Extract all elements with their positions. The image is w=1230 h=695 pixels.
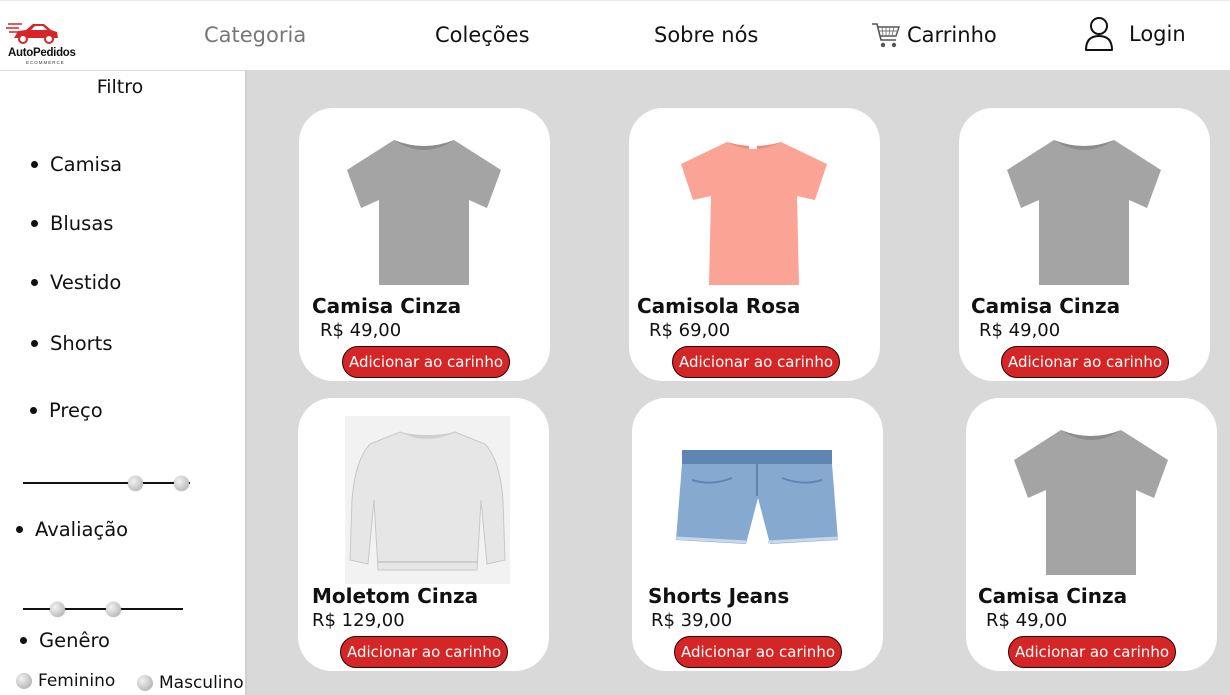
tshirt-gray-icon: [339, 126, 509, 294]
radio-icon: [16, 673, 32, 689]
slider-min-handle[interactable]: [50, 602, 65, 617]
car-logo-icon: [6, 23, 58, 44]
bullet-icon: [31, 279, 38, 286]
rating-label: Avaliação: [35, 518, 129, 541]
tshirt-gray-icon: [999, 126, 1169, 294]
add-to-cart-button[interactable]: Adicionar ao carinho: [342, 346, 510, 378]
tshirt-gray-icon: [1006, 416, 1176, 584]
product-price: R$ 49,00: [979, 320, 1061, 341]
logo[interactable]: AutoPedidos ECOMMERCE: [6, 16, 82, 66]
logo-text: AutoPedidos: [8, 47, 76, 59]
slider-max-handle[interactable]: [174, 476, 189, 491]
login-button[interactable]: Login: [1083, 16, 1186, 52]
filter-item-label: Shorts: [50, 332, 113, 355]
radio-label: Masculino: [159, 673, 244, 693]
product-grid: Camisa Cinza R$ 49,00 Adicionar ao carin…: [247, 71, 1230, 695]
filter-item-label: Blusas: [50, 212, 114, 235]
add-to-cart-button[interactable]: Adicionar ao carinho: [672, 346, 840, 378]
add-to-cart-button[interactable]: Adicionar ao carinho: [674, 636, 842, 668]
filter-item-label: Vestido: [50, 271, 122, 294]
product-price: R$ 129,00: [312, 610, 405, 631]
slider-min-handle[interactable]: [128, 476, 143, 491]
product-card[interactable]: Moletom Cinza R$ 129,00 Adicionar ao car…: [298, 398, 549, 671]
add-to-cart-button[interactable]: Adicionar ao carinho: [340, 636, 508, 668]
cart-button[interactable]: Carrinho: [871, 21, 997, 49]
price-range-slider[interactable]: [23, 474, 193, 492]
product-name: Camisola Rosa: [637, 294, 801, 318]
nav-categoria[interactable]: Categoria: [204, 23, 306, 47]
product-name: Moletom Cinza: [312, 584, 479, 608]
bullet-icon: [20, 637, 27, 644]
product-price: R$ 69,00: [649, 320, 731, 341]
filter-price: Preço: [30, 399, 103, 422]
nav-sobre-nos[interactable]: Sobre nós: [654, 23, 758, 47]
bullet-icon: [16, 526, 23, 533]
sweatshirt-icon: [345, 416, 510, 584]
filter-item-blusas[interactable]: Blusas: [31, 212, 113, 235]
add-to-cart-button[interactable]: Adicionar ao carinho: [1001, 346, 1169, 378]
product-name: Camisa Cinza: [978, 584, 1128, 608]
product-card[interactable]: Camisa Cinza R$ 49,00 Adicionar ao carin…: [966, 398, 1217, 671]
radio-icon: [137, 675, 153, 691]
price-label: Preço: [49, 399, 103, 422]
radio-label: Feminino: [38, 671, 116, 691]
bullet-icon: [31, 340, 38, 347]
bullet-icon: [31, 161, 38, 168]
product-price: R$ 39,00: [651, 610, 733, 631]
bullet-icon: [30, 407, 37, 414]
logo-subtext: ECOMMERCE: [26, 60, 65, 65]
product-card[interactable]: Camisa Cinza R$ 49,00 Adicionar ao carin…: [299, 108, 550, 381]
product-name: Camisa Cinza: [971, 294, 1121, 318]
gender-radio-masculino[interactable]: Masculino: [137, 673, 244, 693]
bullet-icon: [31, 220, 38, 227]
shopping-cart-icon: [872, 23, 900, 48]
nav-colecoes[interactable]: Coleções: [435, 23, 530, 47]
gender-radio-feminino[interactable]: Feminino: [16, 671, 115, 691]
slider-max-handle[interactable]: [106, 602, 121, 617]
filter-item-vestido[interactable]: Vestido: [31, 271, 121, 294]
tshirt-pink-icon: [669, 126, 839, 294]
slider-track: [23, 608, 183, 610]
filter-item-camisa[interactable]: Camisa: [31, 153, 122, 176]
filter-item-shorts[interactable]: Shorts: [31, 332, 113, 355]
product-price: R$ 49,00: [320, 320, 402, 341]
jeans-shorts-icon: [672, 416, 842, 584]
product-card[interactable]: Shorts Jeans R$ 39,00 Adicionar ao carin…: [632, 398, 883, 671]
filter-title: Filtro: [96, 76, 144, 98]
product-card[interactable]: Camisa Cinza R$ 49,00 Adicionar ao carin…: [959, 108, 1210, 381]
product-price: R$ 49,00: [986, 610, 1068, 631]
top-header: AutoPedidos ECOMMERCE Categoria Coleções…: [0, 0, 1230, 71]
product-name: Shorts Jeans: [648, 584, 790, 608]
add-to-cart-button[interactable]: Adicionar ao carinho: [1008, 636, 1176, 668]
rating-range-slider[interactable]: [23, 600, 185, 618]
user-icon: [1085, 17, 1113, 51]
product-card[interactable]: Camisola Rosa R$ 69,00 Adicionar ao cari…: [629, 108, 880, 381]
slider-track: [23, 482, 190, 484]
filter-gender: Genêro: [20, 629, 110, 652]
filter-item-label: Camisa: [50, 153, 123, 176]
filter-rating: Avaliação: [16, 518, 128, 541]
filter-sidebar: Filtro Camisa Blusas Vestido Shorts Preç…: [0, 71, 247, 695]
cart-label: Carrinho: [907, 23, 997, 47]
login-label: Login: [1129, 22, 1186, 46]
gender-label: Genêro: [39, 629, 110, 652]
product-name: Camisa Cinza: [312, 294, 462, 318]
